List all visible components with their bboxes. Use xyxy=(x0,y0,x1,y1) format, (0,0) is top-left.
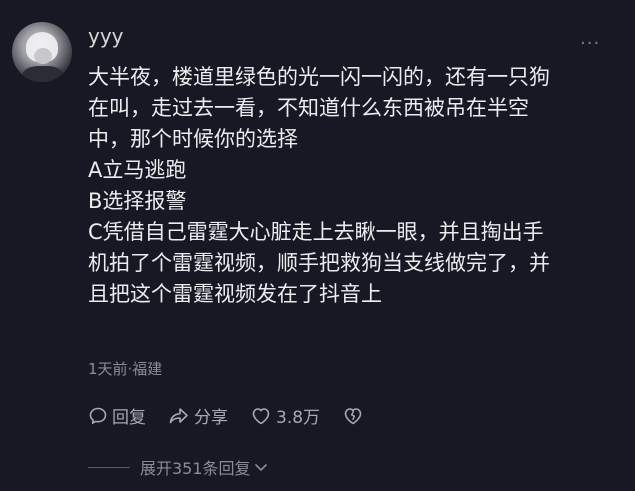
comment-line: A立马逃跑 xyxy=(88,158,187,182)
speech-bubble-icon xyxy=(89,407,107,424)
comment-line: 在叫，走过去一看，不知道什么东西被吊在半空 xyxy=(88,96,529,120)
avatar-face xyxy=(34,48,52,64)
share-label: 分享 xyxy=(194,408,228,428)
dislike-button[interactable] xyxy=(342,406,368,426)
more-dots-icon[interactable]: ··· xyxy=(580,33,600,54)
broken-heart-icon xyxy=(344,407,362,424)
reply-label: 回复 xyxy=(112,408,146,428)
heart-icon xyxy=(252,407,270,424)
like-button[interactable]: 3.8万 xyxy=(250,403,320,428)
comment-line: 中，那个时候你的选择 xyxy=(88,127,298,151)
username[interactable]: yyy xyxy=(88,24,124,48)
expand-replies-label: 展开351条回复 xyxy=(140,459,251,478)
reply-button[interactable]: 回复 xyxy=(88,403,146,428)
chevron-down-icon xyxy=(254,464,267,471)
like-count: 3.8万 xyxy=(276,408,321,428)
comment-actions: 回复 分享 3.8万 xyxy=(88,403,390,428)
avatar-body xyxy=(22,66,64,82)
divider xyxy=(88,466,130,468)
expand-replies-button[interactable]: 展开351条回复 xyxy=(88,455,269,479)
comment-line: B选择报警 xyxy=(88,189,187,213)
comment-meta: 1天前·福建 xyxy=(88,360,163,378)
comment-line: 且把这个雷霆视频发在了抖音上 xyxy=(88,282,382,306)
comment-line: 机拍了个雷霆视频，顺手把救狗当支线做完了，并 xyxy=(88,251,550,275)
share-arrow-icon xyxy=(169,407,188,423)
comment-text: 大半夜，楼道里绿色的光一闪一闪的，还有一只狗 在叫，走过去一看，不知道什么东西被… xyxy=(88,62,608,310)
share-button[interactable]: 分享 xyxy=(168,403,228,428)
comment-line: C凭借自己雷霆大心脏走上去瞅一眼，并且掏出手 xyxy=(88,220,544,244)
comment-line: 大半夜，楼道里绿色的光一闪一闪的，还有一只狗 xyxy=(88,65,550,89)
avatar[interactable] xyxy=(12,22,72,82)
